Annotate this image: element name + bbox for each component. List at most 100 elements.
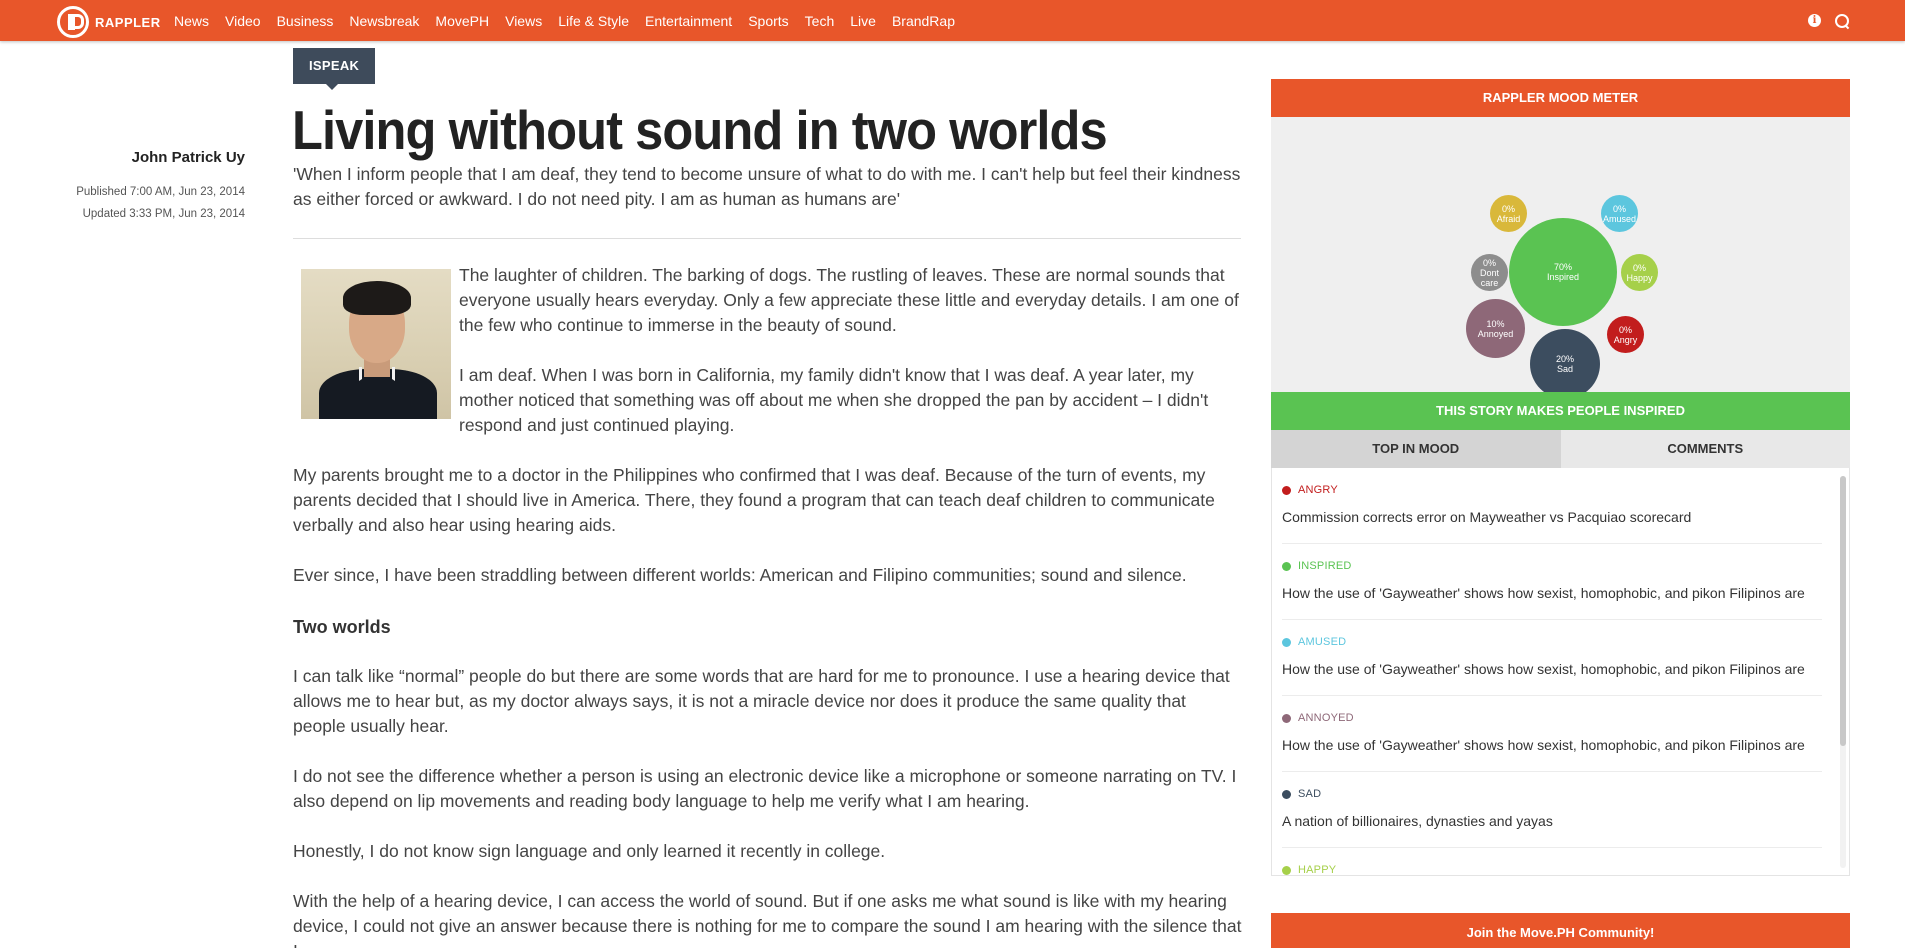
article-paragraph-5: I can talk like “normal” people do but t… xyxy=(293,666,1230,736)
mood-label: AMUSED xyxy=(1282,636,1822,648)
article-paragraph-2: I am deaf. When I was born in California… xyxy=(459,365,1209,435)
mood-tabs: TOP IN MOOD COMMENTS xyxy=(1271,430,1850,473)
mood-story-title[interactable]: How the use of 'Gayweather' shows how se… xyxy=(1282,585,1822,601)
rappler-logo[interactable]: RAPPLER xyxy=(57,6,161,38)
nav-item-views[interactable]: Views xyxy=(505,13,542,29)
nav-item-business[interactable]: Business xyxy=(277,13,334,29)
nav-item-tech[interactable]: Tech xyxy=(805,13,835,29)
mood-dot-icon xyxy=(1282,789,1291,799)
mood-bubble-dont-care[interactable]: 0% Dont care xyxy=(1471,254,1508,291)
mood-bubble-amused-pct: 0% xyxy=(1612,203,1626,214)
mood-list-item[interactable]: ANNOYED How the use of 'Gayweather' show… xyxy=(1282,696,1822,772)
mood-label: INSPIRED xyxy=(1282,560,1822,572)
mood-name: ANGRY xyxy=(1298,484,1338,496)
mood-bubble-happy-pct: 0% xyxy=(1632,262,1646,273)
photo-hair xyxy=(343,281,411,315)
mood-bubble-inspired[interactable]: 70% Inspired xyxy=(1509,218,1617,326)
mood-dot-icon xyxy=(1282,713,1291,723)
nav-item-news[interactable]: News xyxy=(174,13,209,29)
article-paragraph-3: My parents brought me to a doctor in the… xyxy=(293,465,1215,535)
mood-bubble-amused[interactable]: 0% Amused xyxy=(1601,195,1638,232)
brand-name: RAPPLER xyxy=(95,14,161,30)
tab-comments[interactable]: COMMENTS xyxy=(1560,430,1850,468)
list-scrollbar[interactable] xyxy=(1840,476,1846,868)
nav-item-brandrap[interactable]: BrandRap xyxy=(892,13,955,29)
section-tag[interactable]: ISPEAK xyxy=(293,48,376,90)
mood-bubble-annoyed-label: Annoyed xyxy=(1477,328,1514,339)
mood-list-item[interactable]: AMUSED How the use of 'Gayweather' shows… xyxy=(1282,620,1822,696)
article-headline: Living without sound in two worlds xyxy=(292,99,1108,161)
mood-name: SAD xyxy=(1298,788,1322,800)
nav-menu: News Video Business Newsbreak MovePH Vie… xyxy=(174,0,971,41)
info-icon[interactable]: i xyxy=(1808,14,1821,27)
author-photo xyxy=(301,269,451,419)
divider xyxy=(293,238,1241,239)
mood-name: ANNOYED xyxy=(1298,712,1354,724)
nav-item-entertainment[interactable]: Entertainment xyxy=(645,13,732,29)
join-moveph-banner[interactable]: Join the Move.PH Community! xyxy=(1271,913,1850,948)
mood-bubble-annoyed[interactable]: 10% Annoyed xyxy=(1466,299,1525,358)
mood-bubble-angry-pct: 0% xyxy=(1618,324,1632,335)
nav-item-video[interactable]: Video xyxy=(225,13,261,29)
mood-dot-icon xyxy=(1282,485,1291,495)
mood-bubble-inspired-label: Inspired xyxy=(1546,272,1580,282)
mood-bubble-sad-pct: 20% xyxy=(1555,354,1574,364)
mood-bubble-sad[interactable]: 20% Sad xyxy=(1530,329,1600,399)
mood-dot-icon xyxy=(1282,637,1291,647)
mood-bubble-happy[interactable]: 0% Happy xyxy=(1621,254,1658,291)
mood-meter-title: RAPPLER MOOD METER xyxy=(1271,79,1850,123)
mood-dot-icon xyxy=(1282,561,1291,571)
mood-bubble-afraid[interactable]: 0% Afraid xyxy=(1490,195,1527,232)
nav-item-newsbreak[interactable]: Newsbreak xyxy=(349,13,419,29)
mood-bubble-afraid-label: Afraid xyxy=(1496,213,1521,224)
mood-bubble-angry[interactable]: 0% Angry xyxy=(1607,316,1644,353)
top-in-mood-list: ANGRY Commission corrects error on Maywe… xyxy=(1271,468,1850,876)
article-dek: 'When I inform people that I am deaf, th… xyxy=(293,164,1241,209)
nav-icons: i xyxy=(1808,0,1849,41)
mood-list-item[interactable]: SAD A nation of billionaires, dynasties … xyxy=(1282,772,1822,848)
mood-story-title[interactable]: How the use of 'Gayweather' shows how se… xyxy=(1282,737,1822,753)
mood-bubble-happy-label: Happy xyxy=(1626,272,1653,283)
tab-top-in-mood[interactable]: TOP IN MOOD xyxy=(1271,430,1561,473)
nav-item-sports[interactable]: Sports xyxy=(748,13,788,29)
nav-item-moveph[interactable]: MovePH xyxy=(435,13,489,29)
nav-item-life-style[interactable]: Life & Style xyxy=(558,13,629,29)
mood-bubble-angry-label: Angry xyxy=(1613,334,1638,345)
article-paragraph-6: I do not see the difference whether a pe… xyxy=(293,766,1237,811)
mood-name: HAPPY xyxy=(1298,864,1337,876)
article-paragraph-7: Honestly, I do not know sign language an… xyxy=(293,841,886,861)
mood-bubble-chart: 0% Afraid 0% Amused 70% Inspired 0% Dont… xyxy=(1271,117,1850,399)
mood-story-title[interactable]: A nation of billionaires, dynasties and … xyxy=(1282,813,1822,829)
mood-list-item[interactable]: ANGRY Commission corrects error on Maywe… xyxy=(1282,468,1822,544)
mood-bubble-amused-label: Amused xyxy=(1602,213,1637,224)
mood-bubble-sad-label: Sad xyxy=(1556,364,1573,374)
nav-item-live[interactable]: Live xyxy=(850,13,876,29)
mood-bubble-dont-care-label: Dont care xyxy=(1479,267,1499,288)
mood-bubble-dont-care-pct: 0% xyxy=(1482,257,1496,268)
mood-bubble-annoyed-pct: 10% xyxy=(1486,318,1505,329)
mood-label: SAD xyxy=(1282,788,1822,800)
author-name[interactable]: John Patrick Uy xyxy=(132,149,245,166)
mood-label: ANGRY xyxy=(1282,484,1822,496)
top-navigation-bar: RAPPLER News Video Business Newsbreak Mo… xyxy=(0,0,1905,41)
mood-list-item[interactable]: HAPPY xyxy=(1282,848,1822,876)
mood-label: ANNOYED xyxy=(1282,712,1822,724)
mood-bubble-inspired-pct: 70% xyxy=(1553,262,1572,272)
mood-list-item[interactable]: INSPIRED How the use of 'Gayweather' sho… xyxy=(1282,544,1822,620)
published-date: Published 7:00 AM, Jun 23, 2014 xyxy=(76,186,245,198)
article-subheading: Two worlds xyxy=(293,617,391,637)
mood-name: INSPIRED xyxy=(1298,560,1352,572)
article-paragraph-1: The laughter of children. The barking of… xyxy=(459,265,1239,335)
mood-name: AMUSED xyxy=(1298,636,1347,648)
search-icon[interactable] xyxy=(1835,13,1849,28)
rappler-logo-icon xyxy=(57,6,89,38)
mood-story-title[interactable]: Commission corrects error on Mayweather … xyxy=(1282,509,1822,525)
mood-dot-icon xyxy=(1282,865,1291,875)
mood-label: HAPPY xyxy=(1282,864,1822,876)
mood-bubble-afraid-pct: 0% xyxy=(1501,203,1515,214)
mood-meter-widget: RAPPLER MOOD METER 0% Afraid 0% Amused 7… xyxy=(1271,79,1850,876)
article-paragraph-8: With the help of a hearing device, I can… xyxy=(293,891,1242,948)
list-scrollbar-thumb[interactable] xyxy=(1840,476,1846,746)
updated-date: Updated 3:33 PM, Jun 23, 2014 xyxy=(82,208,245,220)
mood-story-title[interactable]: How the use of 'Gayweather' shows how se… xyxy=(1282,661,1822,677)
